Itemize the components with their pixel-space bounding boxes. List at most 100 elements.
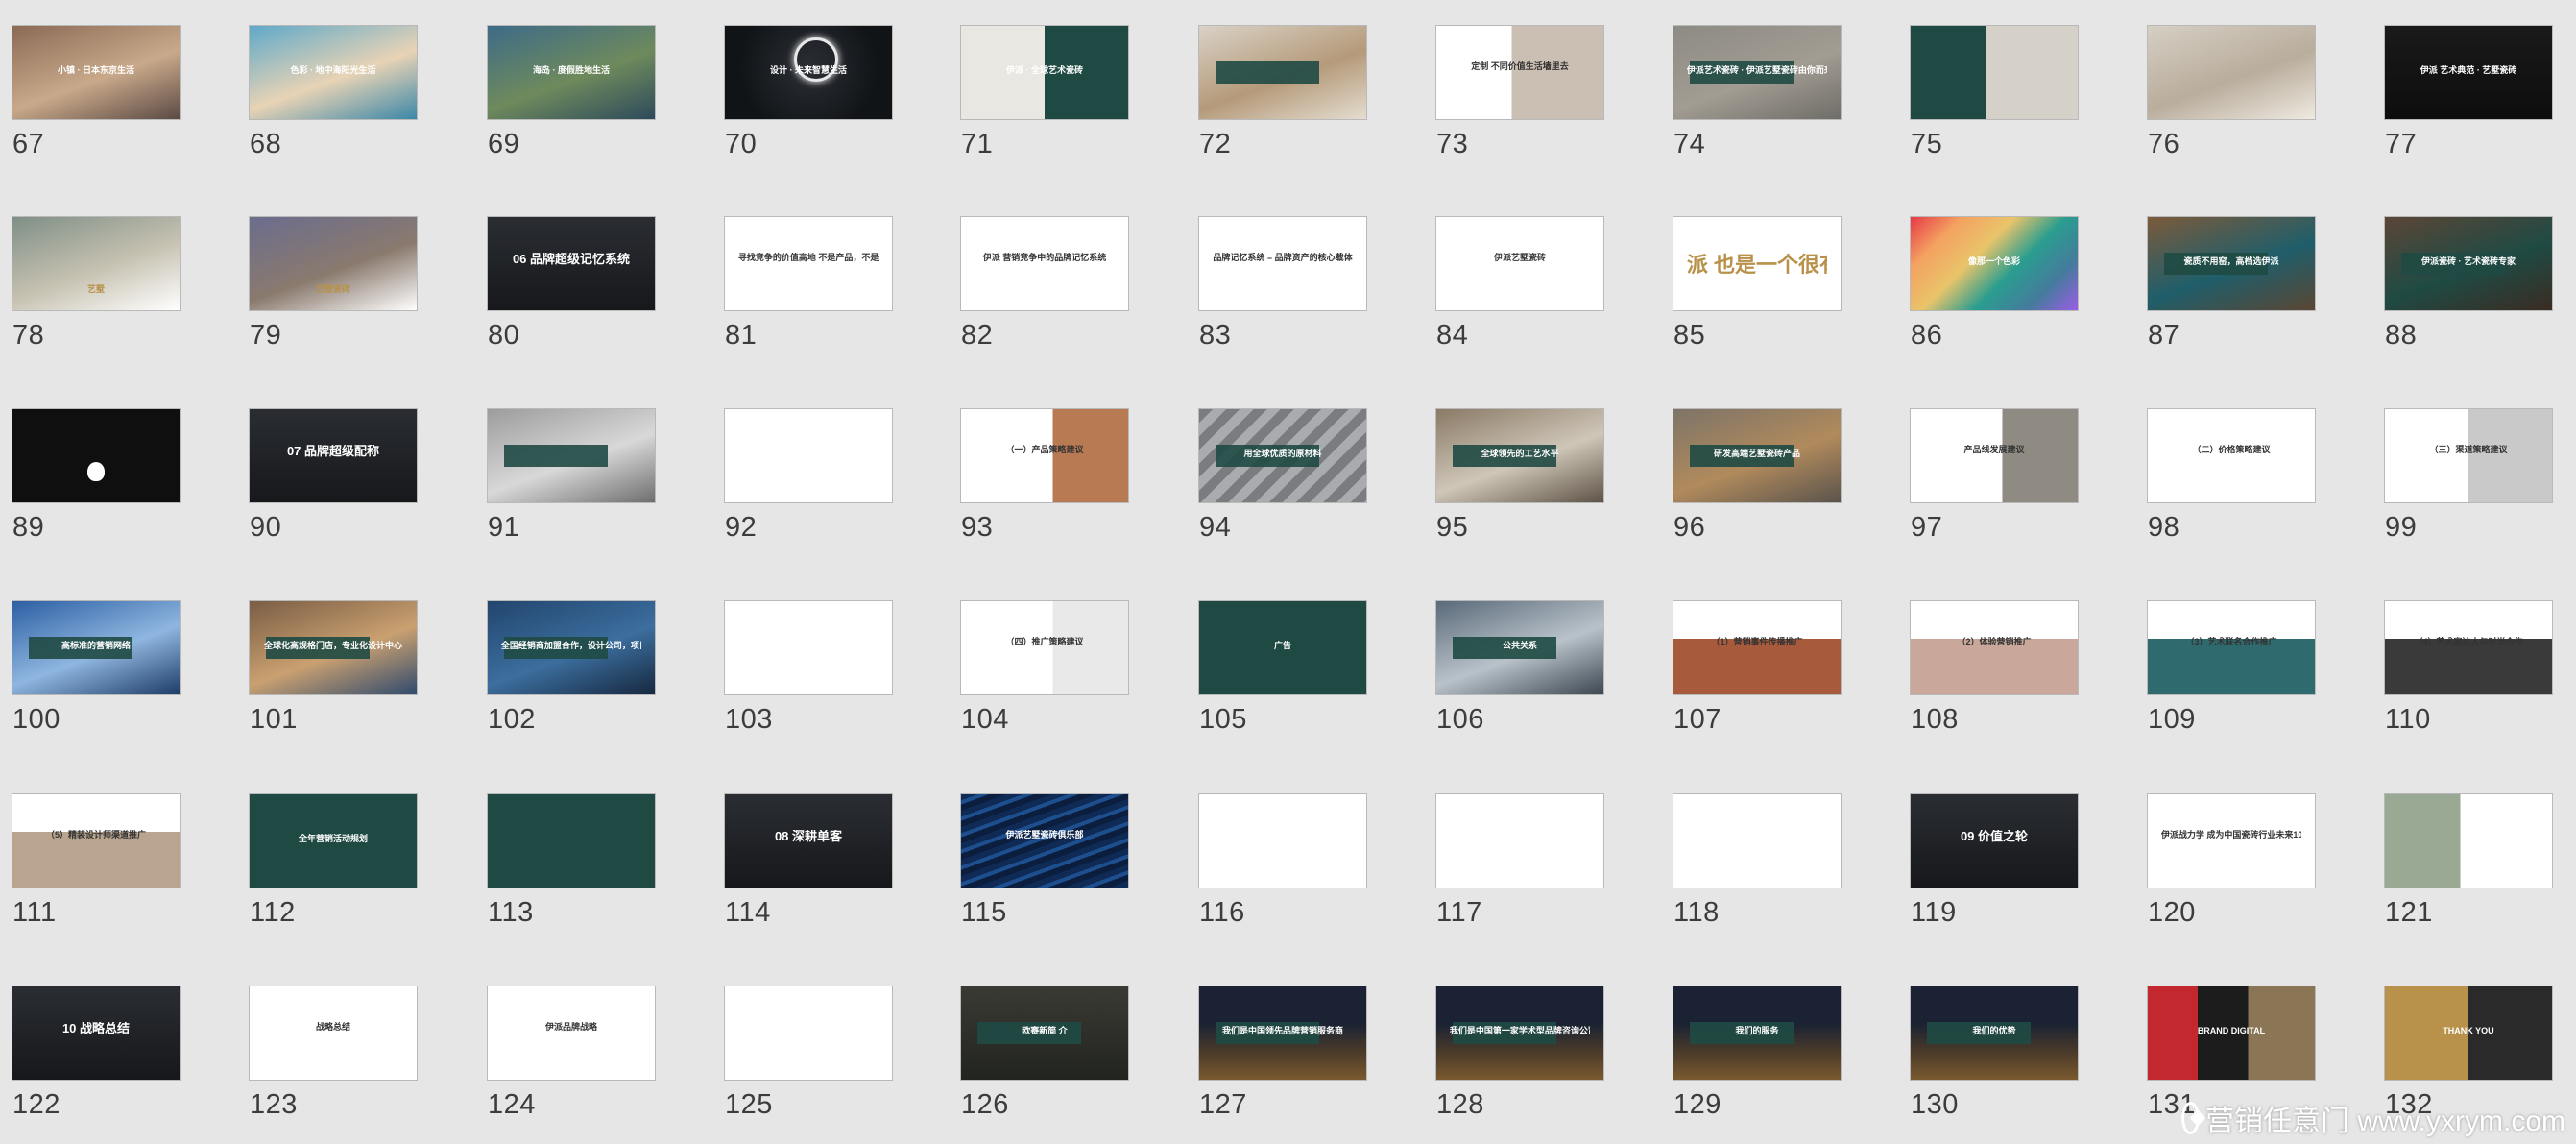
slide-thumbnail[interactable]	[1673, 793, 1842, 888]
slide-number: 71	[961, 129, 994, 159]
slide-thumbnail[interactable]	[12, 408, 181, 503]
slide-thumbnail[interactable]	[2384, 793, 2553, 888]
slide-thumbnail[interactable]	[487, 408, 656, 503]
slide-thumbnail[interactable]: （4）艺术家达人与时尚合作	[2384, 600, 2553, 695]
slide-thumbnail[interactable]	[2147, 25, 2316, 120]
slide-thumbnail[interactable]: 瓷质不用窑，高档选伊派	[2147, 216, 2316, 311]
slide-caption: 小镇 · 日本东京生活	[57, 64, 134, 75]
slide-thumbnail[interactable]: 08 深耕单客	[724, 793, 893, 888]
slide-thumbnail[interactable]: （一）产品策略建议	[960, 408, 1129, 503]
slide-thumbnail[interactable]: 产品线发展建议	[1910, 408, 2079, 503]
slide-thumbnail[interactable]: 我们是中国第一家学术型品牌咨询公司	[1435, 986, 1604, 1081]
slide-thumbnail[interactable]: 色彩 · 地中海阳光生活	[249, 25, 418, 120]
slide-number: 95	[1436, 512, 1469, 543]
slide-caption: 研发高端艺墅瓷砖产品	[1713, 448, 1800, 458]
slide-thumbnail[interactable]: 品牌记忆系统 = 品牌资产的核心载体	[1198, 216, 1367, 311]
slide-thumbnail[interactable]: 设计 · 未来智慧生活	[724, 25, 893, 120]
slide-thumbnail[interactable]: 用全球优质的原材料	[1198, 408, 1367, 503]
slide-thumbnail[interactable]	[1435, 793, 1604, 888]
slide-thumbnail[interactable]: 伊派艺墅瓷砖俱乐部	[960, 793, 1129, 888]
slide-thumbnail[interactable]: 寻找竞争的价值高地 不是产品，不是服务，而是高阶价值心智	[724, 216, 893, 311]
slide-thumbnail[interactable]: THANK YOU	[2384, 986, 2553, 1081]
slide-thumbnail[interactable]: 艺墅	[12, 216, 181, 311]
slide-thumbnail[interactable]: 派 也是一个很有仪式感的超级符号	[1673, 216, 1842, 311]
slide-thumbnail[interactable]: 高标准的营销网络	[12, 600, 181, 695]
slide-thumbnail[interactable]: 小镇 · 日本东京生活	[12, 25, 181, 120]
slide-thumbnail[interactable]: （1）营销事件传播推广	[1673, 600, 1842, 695]
slide-caption: （三）渠道策略建议	[2429, 444, 2508, 454]
slide-number: 91	[488, 512, 520, 543]
slide-number: 104	[961, 704, 1009, 735]
slide-thumbnail[interactable]	[1198, 25, 1367, 120]
slide-number: 85	[1673, 320, 1706, 351]
slide-number: 117	[1436, 897, 1482, 928]
slide-thumbnail[interactable]: 伊派瓷砖 · 艺术瓷砖专家	[2384, 216, 2553, 311]
slide-thumbnail[interactable]	[1910, 25, 2079, 120]
slide-number: 72	[1199, 129, 1232, 159]
slide-thumbnail[interactable]: 伊派品牌战略	[487, 986, 656, 1081]
slide-caption: 伊派战力学 成为中国瓷砖行业未来10年的价值之冠	[2160, 829, 2301, 840]
slide-thumbnail[interactable]: 全球化高规格门店，专业化设计中心	[249, 600, 418, 695]
slide-thumbnail[interactable]: 定制 不同价值生活墙里去	[1435, 25, 1604, 120]
slide-thumbnail[interactable]: 10 战略总结	[12, 986, 181, 1081]
slide-thumbnail[interactable]: 广告	[1198, 600, 1367, 695]
slide-thumbnail[interactable]: （3）艺术联名合作推广	[2147, 600, 2316, 695]
slide-caption: 色彩 · 地中海阳光生活	[290, 64, 376, 75]
slide-thumbnail[interactable]: 我们的服务	[1673, 986, 1842, 1081]
slide-thumbnail[interactable]: 06 品牌超级记忆系统	[487, 216, 656, 311]
slide-number: 78	[12, 320, 45, 351]
slide-number: 105	[1199, 704, 1247, 735]
slide-thumbnail[interactable]: （三）渠道策略建议	[2384, 408, 2553, 503]
slide-thumbnail[interactable]	[724, 600, 893, 695]
slide-number: 112	[250, 897, 296, 928]
slide-thumbnail[interactable]: 我们是中国领先品牌营销服务商	[1198, 986, 1367, 1081]
slide-thumbnail[interactable]: （5）精装设计师渠道推广	[12, 793, 181, 888]
slide-thumbnail[interactable]: 像那一个色彩	[1910, 216, 2079, 311]
slide-thumbnail[interactable]: 伊派 营销竞争中的品牌记忆系统	[960, 216, 1129, 311]
slide-thumbnail[interactable]: 海岛 · 度假胜地生活	[487, 25, 656, 120]
slide-number: 81	[725, 320, 758, 351]
slide-caption: 伊派艺术瓷砖 · 伊派艺墅瓷砖由你而来	[1686, 64, 1828, 75]
slide-thumbnail[interactable]: 全年营销活动规划	[249, 793, 418, 888]
slide-thumbnail[interactable]: 全国经销商加盟合作，设计公司，项目工程公司及设计师合作	[487, 600, 656, 695]
slide-thumbnail[interactable]	[724, 408, 893, 503]
slide-number: 125	[725, 1089, 773, 1120]
slide-thumbnail[interactable]: （四）推广策略建议	[960, 600, 1129, 695]
slide-caption: 像那一个色彩	[1967, 256, 2020, 266]
slide-thumbnail[interactable]: 欧赛新简 介	[960, 986, 1129, 1081]
slide-caption: 广告	[1273, 640, 1291, 650]
slide-thumbnail[interactable]: 战略总结	[249, 986, 418, 1081]
slide-thumbnail[interactable]: 07 品牌超级配称	[249, 408, 418, 503]
slide-thumbnail[interactable]: 研发高端艺墅瓷砖产品	[1673, 408, 1842, 503]
slide-number: 122	[12, 1089, 60, 1120]
slide-number: 99	[2385, 512, 2418, 543]
slide-thumbnail[interactable]: 公共关系	[1435, 600, 1604, 695]
slide-number: 73	[1436, 129, 1469, 159]
slide-thumbnail[interactable]: 全球领先的工艺水平	[1435, 408, 1604, 503]
slide-caption: （二）价格策略建议	[2192, 444, 2271, 454]
slide-caption: 06 品牌超级记忆系统	[512, 252, 631, 266]
slide-thumbnail[interactable]	[724, 986, 893, 1081]
slide-thumbnail[interactable]: BRAND DIGITAL	[2147, 986, 2316, 1081]
slide-thumbnail[interactable]: 伊派战力学 成为中国瓷砖行业未来10年的价值之冠	[2147, 793, 2316, 888]
slide-caption: 用全球优质的原材料	[1243, 448, 1322, 458]
slide-thumbnail[interactable]	[487, 793, 656, 888]
slide-thumbnail[interactable]: 伊派艺术瓷砖 · 伊派艺墅瓷砖由你而来	[1673, 25, 1842, 120]
slide-thumbnail[interactable]: 伊派艺墅瓷砖	[1435, 216, 1604, 311]
slide-thumbnail[interactable]: （二）价格策略建议	[2147, 408, 2316, 503]
slide-number: 69	[488, 129, 520, 159]
slide-number: 76	[2148, 129, 2180, 159]
slide-thumbnail[interactable]: 艺墅瓷砖	[249, 216, 418, 311]
slide-thumbnail[interactable]	[1198, 793, 1367, 888]
slide-thumbnail[interactable]: 伊派 · 全球艺术瓷砖	[960, 25, 1129, 120]
slide-thumbnail[interactable]: 09 价值之轮	[1910, 793, 2079, 888]
slide-thumbnail[interactable]: 我们的优势	[1910, 986, 2079, 1081]
slide-number: 110	[2385, 704, 2431, 735]
slide-number: 121	[2385, 897, 2433, 928]
slide-thumbnail[interactable]: 伊派 艺术典范 · 艺墅瓷砖	[2384, 25, 2553, 120]
slide-caption: （2）体验营销推广	[1957, 636, 2032, 646]
slide-number: 109	[2148, 704, 2196, 735]
slide-caption: 高标准的营销网络	[60, 640, 131, 650]
slide-caption: 09 价值之轮	[1960, 829, 2029, 843]
slide-thumbnail[interactable]: （2）体验营销推广	[1910, 600, 2079, 695]
